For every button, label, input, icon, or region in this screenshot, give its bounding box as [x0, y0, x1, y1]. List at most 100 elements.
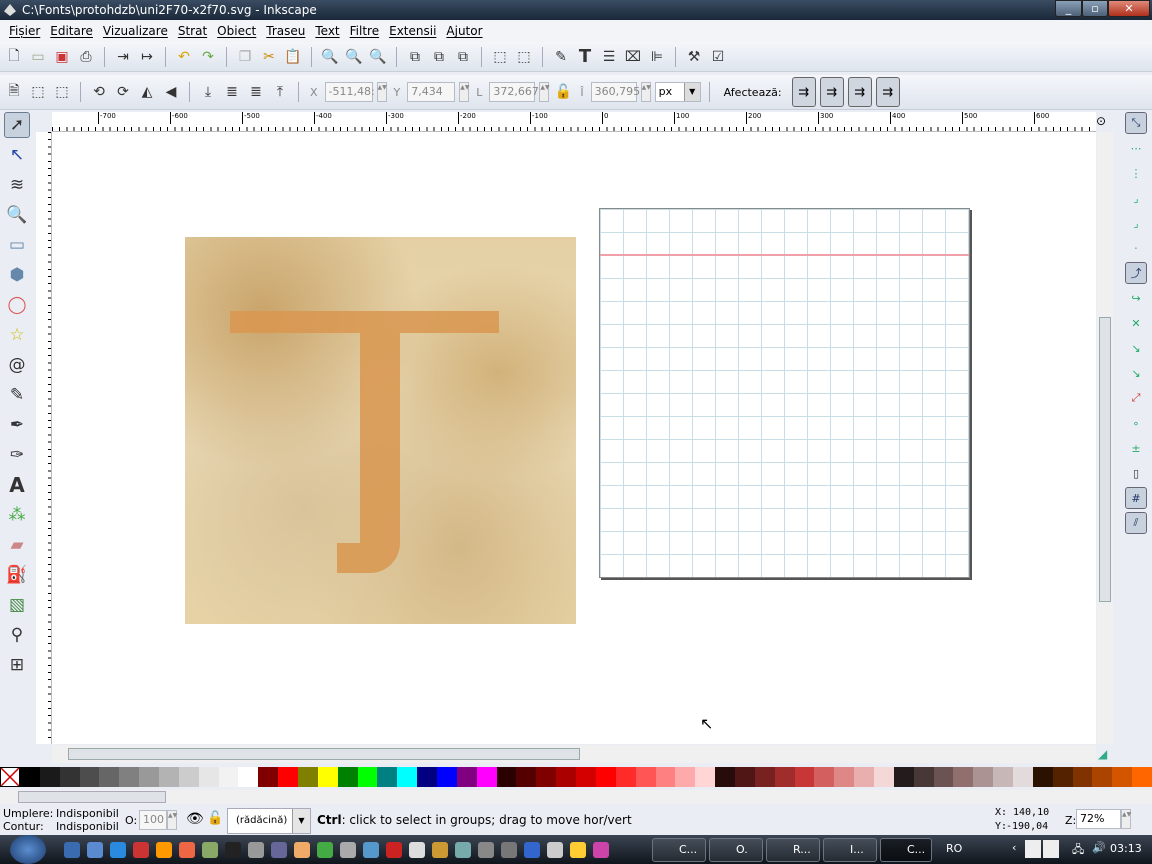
- toggle-lock-icon[interactable]: 🔓: [207, 811, 223, 826]
- select-all-icon[interactable]: 🗎: [4, 82, 24, 102]
- color-swatch[interactable]: [258, 767, 279, 787]
- stroke-value[interactable]: Indisponibil: [56, 820, 119, 833]
- undo-icon[interactable]: ↶: [174, 47, 194, 67]
- fill-value[interactable]: Indisponibil: [56, 807, 119, 820]
- layers-icon[interactable]: ☰: [599, 47, 619, 67]
- volume-icon[interactable]: 🔊: [1092, 841, 1106, 854]
- y-spinner[interactable]: ▲▼: [459, 82, 470, 102]
- eraser-tool-icon[interactable]: ▰: [4, 532, 30, 558]
- ellipse-tool-icon[interactable]: ◯: [4, 292, 30, 318]
- spray-tool-icon[interactable]: ⁂: [4, 502, 30, 528]
- unlink-clone-icon[interactable]: ⧉: [453, 47, 473, 67]
- text-font-icon[interactable]: T: [575, 46, 595, 67]
- save-icon[interactable]: ▣: [52, 47, 72, 67]
- align-distribute-icon[interactable]: ⊫: [647, 47, 667, 67]
- color-swatch[interactable]: [516, 767, 537, 787]
- color-swatch[interactable]: [754, 767, 775, 787]
- menu-extensions[interactable]: Extensii: [384, 20, 441, 42]
- quick-launch-icon[interactable]: [133, 842, 149, 858]
- open-icon[interactable]: ▭: [28, 47, 48, 67]
- color-swatch[interactable]: [695, 767, 716, 787]
- color-manage-icon[interactable]: ◢: [1098, 747, 1107, 761]
- color-swatch[interactable]: [397, 767, 418, 787]
- snap-bbox-corner-icon[interactable]: ⌟: [1125, 187, 1147, 209]
- snap-grid-icon[interactable]: #: [1125, 487, 1147, 509]
- menu-edit[interactable]: Editare: [45, 20, 98, 42]
- taskbar-button-r[interactable]: R...: [766, 838, 820, 862]
- document-properties-icon[interactable]: ☑: [708, 47, 728, 67]
- color-swatch[interactable]: [913, 767, 934, 787]
- color-swatch[interactable]: [417, 767, 438, 787]
- menu-object[interactable]: Obiect: [212, 20, 261, 42]
- text-tool-icon[interactable]: A: [4, 472, 30, 498]
- color-swatch[interactable]: [1132, 767, 1152, 787]
- quick-launch-icon[interactable]: [294, 842, 310, 858]
- color-swatch[interactable]: [20, 767, 40, 787]
- quick-launch-icon[interactable]: [501, 842, 517, 858]
- imported-bitmap-image[interactable]: [185, 237, 576, 624]
- taskbar-button-i[interactable]: I...: [823, 838, 877, 862]
- cut-icon[interactable]: ✂: [259, 47, 279, 67]
- quick-launch-icon[interactable]: [271, 842, 287, 858]
- color-swatch[interactable]: [119, 767, 140, 787]
- color-swatch[interactable]: [893, 767, 914, 787]
- move-gradients-toggle[interactable]: ⇉: [847, 77, 872, 107]
- unit-select[interactable]: px ▼: [654, 82, 701, 102]
- redo-icon[interactable]: ↷: [198, 47, 218, 67]
- raise-top-icon[interactable]: ⤒: [270, 82, 290, 102]
- color-swatch[interactable]: [993, 767, 1013, 787]
- quick-launch-icon[interactable]: [248, 842, 264, 858]
- width-spinner[interactable]: ▲▼: [539, 82, 550, 102]
- color-swatch[interactable]: [973, 767, 994, 787]
- quick-launch-icon[interactable]: [524, 842, 540, 858]
- menu-file[interactable]: Fișier: [4, 20, 45, 42]
- quick-launch-icon[interactable]: [363, 842, 379, 858]
- select-all-layers-icon[interactable]: ⬚: [28, 82, 48, 102]
- taskbar-button-inkscape[interactable]: C...: [880, 838, 932, 862]
- color-swatch[interactable]: [178, 767, 199, 787]
- maximize-button[interactable]: ▫: [1082, 0, 1108, 17]
- snap-rotation-center-icon[interactable]: ±: [1125, 437, 1147, 459]
- color-swatch[interactable]: [576, 767, 596, 787]
- color-swatch[interactable]: [834, 767, 855, 787]
- xml-editor-icon[interactable]: ⌧: [623, 47, 643, 67]
- color-swatch[interactable]: [59, 767, 80, 787]
- palette-scrollbar[interactable]: [0, 790, 1152, 804]
- color-swatch[interactable]: [39, 767, 60, 787]
- snap-bbox-icon[interactable]: ⋯: [1125, 137, 1147, 159]
- color-swatch[interactable]: [99, 767, 120, 787]
- snap-nodes-icon[interactable]: ⤴: [1125, 262, 1147, 284]
- quick-launch-icon[interactable]: [179, 842, 195, 858]
- duplicate-icon[interactable]: ⧉: [405, 47, 425, 67]
- menu-filters[interactable]: Filtre: [345, 20, 384, 42]
- zoom-page-icon[interactable]: 🔍: [368, 47, 388, 67]
- width-input[interactable]: 372,667: [489, 82, 539, 102]
- toggle-visibility-icon[interactable]: 👁: [186, 811, 204, 827]
- quick-launch-icon[interactable]: [547, 842, 563, 858]
- lower-bottom-icon[interactable]: ⤓: [198, 82, 218, 102]
- color-swatch[interactable]: [953, 767, 974, 787]
- quick-launch-icon[interactable]: [87, 842, 103, 858]
- document-page-grid[interactable]: [599, 208, 970, 578]
- lower-icon[interactable]: ≣: [222, 82, 242, 102]
- snap-paths-icon[interactable]: ↪: [1125, 287, 1147, 309]
- color-swatch[interactable]: [317, 767, 338, 787]
- menu-view[interactable]: Vizualizare: [98, 20, 173, 42]
- color-swatch[interactable]: [1092, 767, 1113, 787]
- snap-cusp-icon[interactable]: ↘: [1125, 337, 1147, 359]
- quick-launch-icon[interactable]: [570, 842, 586, 858]
- taskbar-button-notepad[interactable]: C...: [652, 838, 706, 862]
- color-swatch[interactable]: [337, 767, 358, 787]
- opacity-spinner[interactable]: ▲▼: [167, 810, 177, 830]
- snap-page-border-icon[interactable]: ▯: [1125, 462, 1147, 484]
- clock[interactable]: 03:13: [1110, 842, 1142, 855]
- x-spinner[interactable]: ▲▼: [376, 82, 387, 102]
- color-swatch[interactable]: [238, 767, 259, 787]
- color-swatch[interactable]: [198, 767, 219, 787]
- snap-midpoints-icon[interactable]: ⤢: [1125, 387, 1147, 409]
- scale-corners-toggle[interactable]: ⇉: [819, 77, 844, 107]
- selector-tool-icon[interactable]: ➚: [4, 112, 30, 138]
- color-swatch[interactable]: [774, 767, 795, 787]
- color-swatch[interactable]: [139, 767, 160, 787]
- color-swatch[interactable]: [556, 767, 577, 787]
